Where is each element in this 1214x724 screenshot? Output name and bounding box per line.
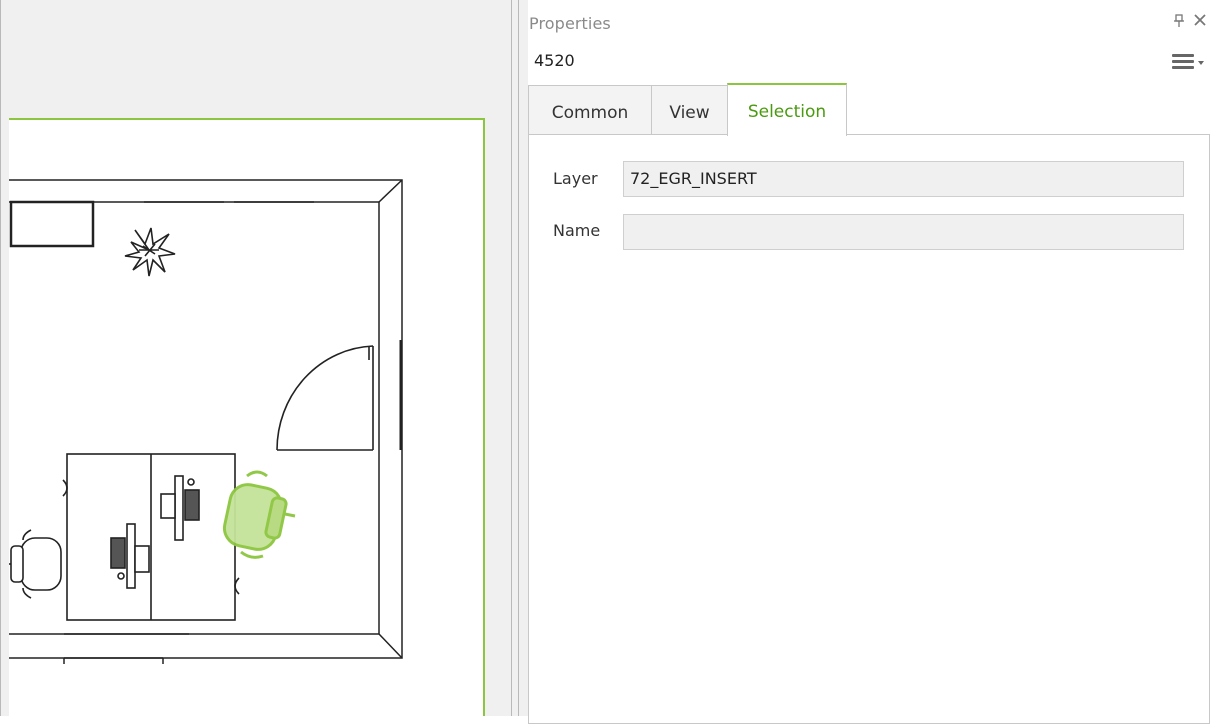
drawing-canvas[interactable] bbox=[0, 0, 509, 716]
selection-tab-content: Layer 72_EGR_INSERT Name bbox=[528, 134, 1210, 724]
chair bbox=[9, 529, 62, 599]
panel-title: Properties bbox=[529, 14, 611, 33]
layer-field[interactable]: 72_EGR_INSERT bbox=[623, 161, 1184, 197]
layer-label: Layer bbox=[553, 169, 598, 188]
tab-view[interactable]: View bbox=[651, 85, 728, 134]
door bbox=[276, 340, 403, 451]
tab-common[interactable]: Common bbox=[528, 85, 652, 134]
hamburger-menu-icon[interactable] bbox=[1172, 52, 1206, 72]
object-id: 4520 bbox=[534, 51, 575, 70]
name-label: Name bbox=[553, 221, 601, 240]
pin-icon[interactable] bbox=[1172, 14, 1186, 30]
plant-icon bbox=[124, 227, 176, 277]
tab-selection[interactable]: Selection bbox=[727, 83, 847, 136]
tab-strip: Common View Selection bbox=[528, 83, 1214, 136]
cabinet bbox=[9, 200, 95, 248]
desk-group bbox=[62, 453, 240, 621]
close-icon[interactable] bbox=[1192, 12, 1208, 30]
floor-plan-drawing[interactable] bbox=[9, 120, 485, 716]
plan-sheet bbox=[9, 118, 485, 716]
properties-panel: Properties 4520 Common View Selection La… bbox=[528, 0, 1214, 724]
name-field[interactable] bbox=[623, 214, 1184, 250]
panel-splitter[interactable] bbox=[509, 0, 528, 716]
